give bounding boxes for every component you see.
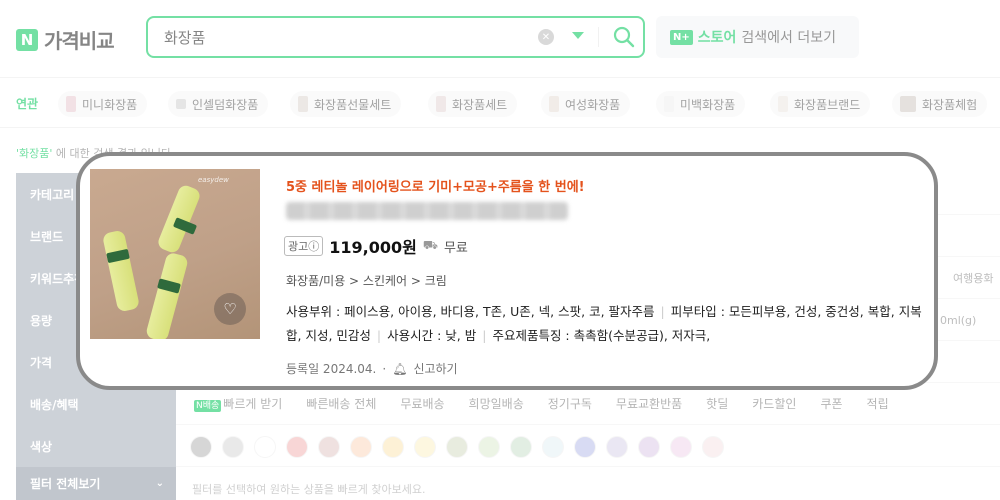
spec-usage-area: 사용부위 : 페이스용, 아이용, 바디용, T존, U존, 넥, 스팟, 코,… bbox=[286, 304, 655, 319]
product-specs: 사용부위 : 페이스용, 아이용, 바디용, T존, U존, 넥, 스팟, 코,… bbox=[286, 300, 934, 348]
bell-icon[interactable]: 🔔︎ bbox=[392, 362, 407, 376]
category-path[interactable]: 화장품/미용 > 스킨케어 > 크림 bbox=[286, 272, 447, 289]
tube-shape bbox=[101, 229, 141, 313]
price: 119,000원 bbox=[329, 238, 417, 257]
blurred-subtitle bbox=[286, 202, 568, 220]
spec-separator: | bbox=[482, 328, 487, 343]
dot-separator: · bbox=[382, 361, 387, 376]
spec-separator: | bbox=[376, 328, 382, 343]
product-footer: 등록일 2024.04. · 🔔︎ 신고하기 bbox=[286, 360, 458, 377]
product-card[interactable]: easydew ♡ 5중 레티놀 레이어링으로 기미+모공+주름을 한 번에! … bbox=[76, 152, 938, 390]
spec-usage-time: 사용시간 : 낮, 밤 bbox=[387, 328, 477, 343]
spec-features: 주요제품특징 : 촉촉함(수분공급), 저자극, bbox=[492, 328, 711, 343]
image-brand-mark: easydew bbox=[198, 176, 229, 184]
registered-date: 등록일 2024.04. bbox=[286, 362, 377, 376]
truck-icon: ⛟ bbox=[422, 238, 438, 252]
product-image[interactable]: easydew ♡ bbox=[90, 169, 260, 339]
product-title[interactable]: 5중 레티놀 레이어링으로 기미+모공+주름을 한 번에! bbox=[286, 176, 585, 195]
heart-icon[interactable]: ♡ bbox=[214, 293, 246, 325]
tube-shape bbox=[144, 251, 190, 339]
spec-separator: | bbox=[660, 304, 665, 319]
shipping-fee: 무료 bbox=[443, 240, 468, 256]
report-link[interactable]: 신고하기 bbox=[413, 360, 457, 377]
price-row: 광고ⓘ 119,000원 ⛟ 무료 bbox=[284, 234, 468, 258]
ad-badge[interactable]: 광고ⓘ bbox=[284, 236, 324, 256]
